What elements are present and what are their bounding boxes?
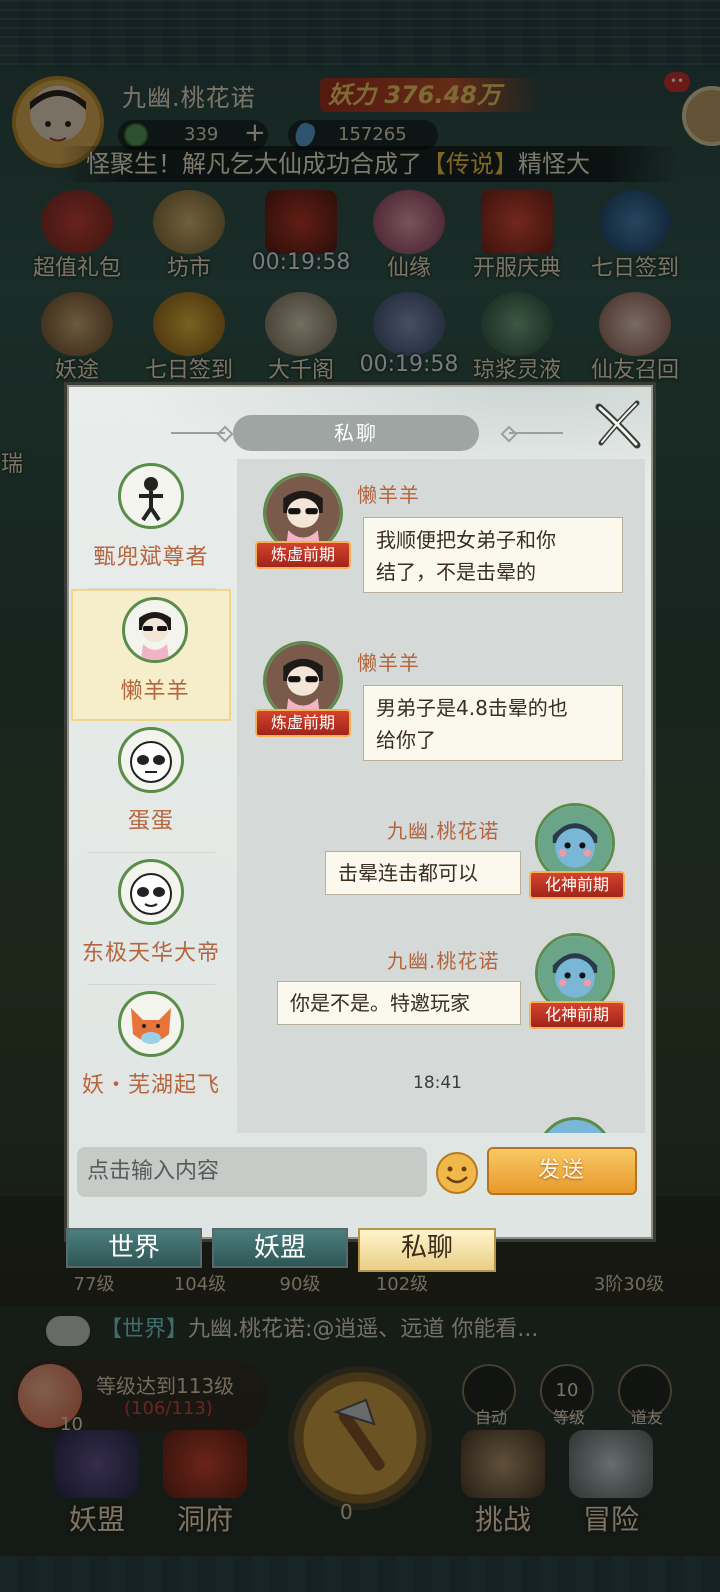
sunglasses-girl-icon (139, 612, 171, 660)
next-message-avatar (537, 1117, 613, 1133)
contact-avatar (118, 991, 184, 1057)
contact-name: 蛋蛋 (127, 809, 174, 834)
private-chat-dialog: 私聊 甄兜斌尊者 懒羊羊 蛋蛋 东极天华大帝 妖・芜湖起飞 炼虚前期 懒羊羊 我… (64, 382, 656, 1242)
message-input[interactable]: 点击输入内容 (77, 1147, 427, 1197)
sender-name: 懒羊羊 (357, 483, 420, 507)
contact-name: 甄兜斌尊者 (93, 545, 209, 570)
blue-face-icon (538, 936, 612, 1010)
rank-badge: 化神前期 (529, 1001, 625, 1029)
contact-name: 懒羊羊 (120, 679, 190, 704)
send-button[interactable]: 发送 (487, 1147, 637, 1195)
fox-icon (131, 1008, 171, 1044)
panda-icon (130, 873, 172, 915)
chat-messages-pane[interactable]: 炼虚前期 懒羊羊 我顺便把女弟子和你 结了，不是击晕的 炼虚前期 懒羊羊 男弟子… (237, 459, 645, 1133)
message-line: 男弟子是4.8击晕的也 (376, 696, 568, 720)
tab-world[interactable]: 世界 (66, 1228, 202, 1268)
message-bubble: 男弟子是4.8击晕的也 给你了 (363, 685, 623, 761)
chat-message-received: 炼虚前期 懒羊羊 男弟子是4.8击晕的也 给你了 (237, 627, 645, 787)
sender-name: 懒羊羊 (357, 651, 420, 675)
emoji-button[interactable] (435, 1151, 479, 1195)
contact-item[interactable]: 蛋蛋 (69, 721, 233, 853)
contact-item[interactable]: 东极天华大帝 (69, 853, 233, 985)
close-icon (595, 400, 641, 449)
contact-avatar (118, 463, 184, 529)
chat-message-sent: 化神前期 九幽.桃花诺 你是不是。特邀玩家 (237, 929, 645, 1057)
contact-list[interactable]: 甄兜斌尊者 懒羊羊 蛋蛋 东极天华大帝 妖・芜湖起飞 (69, 457, 233, 1133)
chat-message-sent: 化神前期 九幽.桃花诺 击晕连击都可以 (237, 799, 645, 927)
message-line: 结了，不是击晕的 (376, 560, 536, 584)
rank-badge: 炼虚前期 (255, 541, 351, 569)
contact-avatar (118, 727, 184, 793)
tab-guild[interactable]: 妖盟 (212, 1228, 348, 1268)
rank-badge: 化神前期 (529, 871, 625, 899)
contact-item-selected[interactable]: 懒羊羊 (71, 589, 231, 721)
message-bubble: 我顺便把女弟子和你 结了，不是击晕的 (363, 517, 623, 593)
sender-name: 九幽.桃花诺 (387, 819, 500, 843)
contact-item[interactable]: 甄兜斌尊者 (69, 457, 233, 589)
contact-avatar (118, 859, 184, 925)
dialog-title: 私聊 (233, 415, 479, 451)
sunglasses-girl-icon (266, 644, 340, 718)
contact-name: 东极天华大帝 (81, 941, 220, 966)
game-screen: 九幽.桃花诺 妖力 376.48万 339 + 157265 •• 怪聚生！解凡… (0, 0, 720, 1592)
tab-private-chat[interactable]: 私聊 (358, 1228, 496, 1272)
contact-avatar (122, 597, 188, 663)
close-button[interactable] (593, 399, 643, 449)
message-bubble: 你是不是。特邀玩家 (277, 981, 521, 1025)
message-line: 给你了 (376, 728, 436, 752)
blue-face-icon (538, 806, 612, 880)
title-ornament-left (171, 432, 225, 434)
stickman-icon (139, 477, 163, 522)
sender-name: 九幽.桃花诺 (387, 949, 500, 973)
sunglasses-girl-icon (266, 476, 340, 550)
message-timestamp: 18:41 (413, 1073, 462, 1093)
panda-icon (130, 741, 172, 783)
message-line: 我顺便把女弟子和你 (376, 528, 556, 552)
title-ornament-right (509, 432, 563, 434)
chat-message-received: 炼虚前期 懒羊羊 我顺便把女弟子和你 结了，不是击晕的 (237, 459, 645, 619)
smiley-icon (436, 1152, 478, 1194)
rank-badge: 炼虚前期 (255, 709, 351, 737)
contact-item[interactable]: 妖・芜湖起飞 (69, 985, 233, 1117)
message-bubble: 击晕连击都可以 (325, 851, 521, 895)
contact-name: 妖・芜湖起飞 (81, 1073, 220, 1098)
